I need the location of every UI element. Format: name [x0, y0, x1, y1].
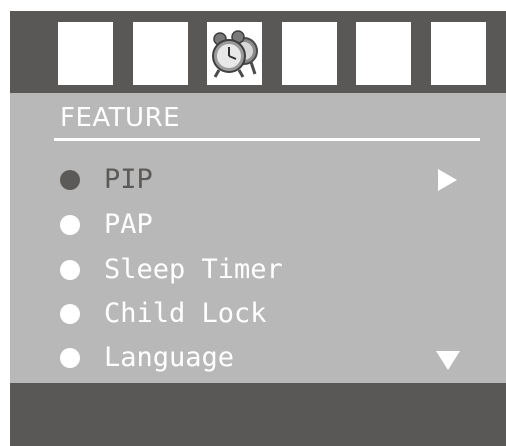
menu-item-label: PAP: [104, 209, 153, 240]
title-divider: [54, 138, 480, 141]
osd-menu: FEATURE PIP PAP Sleep Timer Child Lock L…: [10, 11, 506, 446]
selected-bullet-icon: [60, 170, 80, 190]
menu-item-label: Sleep Timer: [104, 254, 283, 285]
bullet-icon: [60, 304, 80, 324]
menu-panel: FEATURE PIP PAP Sleep Timer Child Lock L…: [10, 93, 506, 383]
menu-item-label: PIP: [104, 164, 153, 195]
menu-item-label: Language: [104, 342, 235, 373]
menu-tab-5[interactable]: [356, 22, 411, 85]
menu-item-pip[interactable]: PIP: [10, 160, 506, 200]
bullet-icon: [60, 260, 80, 280]
bullet-icon: [60, 215, 80, 235]
menu-tab-1[interactable]: [58, 22, 113, 85]
menu-tab-bar: [10, 11, 506, 93]
menu-tab-6[interactable]: [431, 22, 486, 85]
menu-item-pap[interactable]: PAP: [10, 205, 506, 245]
menu-item-child-lock[interactable]: Child Lock: [10, 294, 506, 334]
menu-item-language[interactable]: Language: [10, 338, 506, 378]
submenu-arrow-icon: [438, 169, 457, 191]
status-bar: [10, 383, 506, 446]
menu-title: FEATURE: [60, 103, 181, 133]
bullet-icon: [60, 348, 80, 368]
scroll-down-arrow-icon[interactable]: [436, 351, 460, 370]
menu-tab-2[interactable]: [133, 22, 188, 85]
menu-tab-feature[interactable]: [207, 22, 262, 85]
menu-item-label: Child Lock: [104, 298, 267, 329]
menu-item-sleep-timer[interactable]: Sleep Timer: [10, 250, 506, 290]
alarm-clock-icon: [212, 30, 258, 78]
menu-tab-4[interactable]: [282, 22, 337, 85]
